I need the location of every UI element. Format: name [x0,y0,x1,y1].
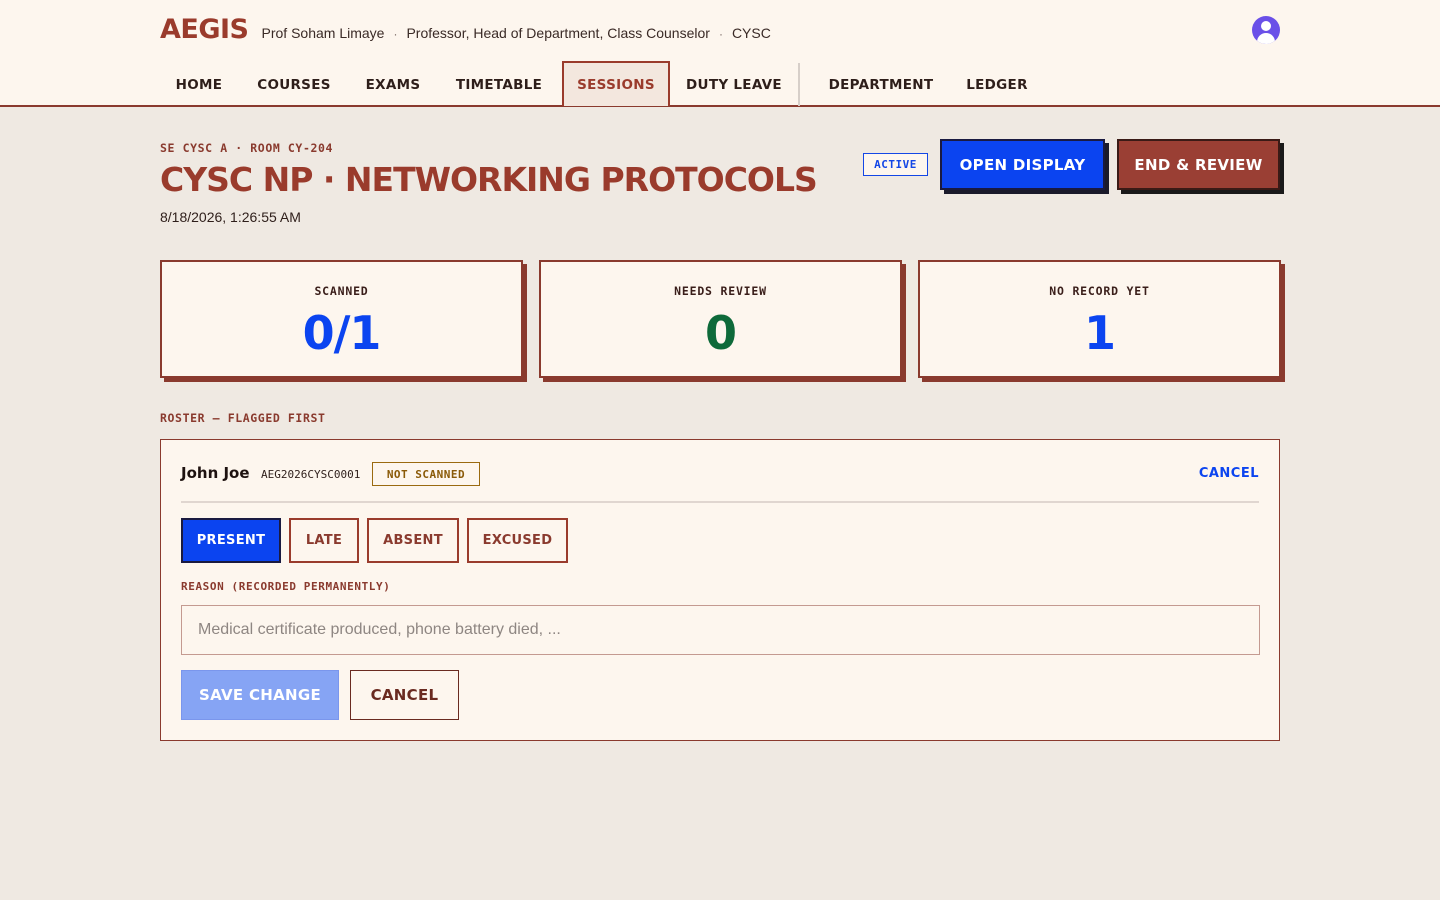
main-nav: HOME COURSES EXAMS TIMETABLE SESSIONS DU… [160,61,1032,106]
app-logo[interactable]: AEGIS [160,14,249,45]
reason-label: REASON (RECORDED PERMANENTLY) [181,580,391,593]
user-name: Prof Soham Limaye [261,25,385,41]
separator: · [393,27,398,41]
end-review-button[interactable]: END & REVIEW [1117,139,1280,190]
nav-item-exams[interactable]: EXAMS [350,61,436,106]
user-avatar-icon[interactable] [1252,16,1280,44]
avatar-head [1261,21,1271,31]
stat-card-no-record: NO RECORD YET 1 [918,260,1281,378]
reason-input[interactable] [181,605,1260,655]
roster-row-editor: John Joe AEG2026CYSC0001 NOT SCANNED CAN… [160,439,1280,741]
stat-label: NO RECORD YET [1049,284,1150,298]
status-excused-button[interactable]: EXCUSED [467,518,568,563]
session-timestamp: 8/18/2026, 1:26:55 AM [160,209,301,225]
status-absent-button[interactable]: ABSENT [367,518,459,563]
nav-item-timetable[interactable]: TIMETABLE [436,61,562,106]
stat-value: 0/1 [302,306,382,360]
brand-row: AEGIS Prof Soham Limaye · Professor, Hea… [160,14,771,48]
page-title: CYSC NP · NETWORKING PROTOCOLS [160,160,818,199]
nav-item-courses[interactable]: COURSES [238,61,350,106]
nav-item-sessions[interactable]: SESSIONS [562,61,670,106]
stat-card-scanned: SCANNED 0/1 [160,260,523,378]
stat-value: 1 [1083,306,1116,360]
app-header: AEGIS Prof Soham Limaye · Professor, Hea… [0,0,1440,107]
status-present-button[interactable]: PRESENT [181,518,281,563]
status-late-button[interactable]: LATE [289,518,359,563]
stat-label: NEEDS REVIEW [674,284,767,298]
user-department: CYSC [731,25,771,41]
roster-heading: ROSTER — FLAGGED FIRST [160,411,326,425]
session-class-room: SE CYSC A · ROOM CY-204 [160,141,334,155]
cancel-edit-link[interactable]: CANCEL [1199,466,1259,481]
status-badge: ACTIVE [863,153,928,176]
student-name: John Joe [181,464,250,482]
stat-value: 0 [704,306,737,360]
nav-item-duty-leave[interactable]: DUTY LEAVE [670,61,798,106]
divider [181,501,1259,503]
user-meta: Prof Soham Limaye · Professor, Head of D… [262,25,771,41]
avatar-torso [1257,33,1275,44]
nav-item-ledger[interactable]: LEDGER [962,61,1032,106]
student-id: AEG2026CYSC0001 [261,468,361,481]
nav-item-home[interactable]: HOME [160,61,238,106]
user-roles: Professor, Head of Department, Class Cou… [406,25,710,41]
scan-status-badge: NOT SCANNED [372,462,480,486]
nav-item-department[interactable]: DEPARTMENT [800,61,962,106]
stat-label: SCANNED [314,284,369,298]
separator: · [718,27,723,41]
save-change-button[interactable]: SAVE CHANGE [181,670,339,720]
cancel-button[interactable]: CANCEL [350,670,459,720]
open-display-button[interactable]: OPEN DISPLAY [940,139,1105,190]
stat-card-needs-review: NEEDS REVIEW 0 [539,260,902,378]
